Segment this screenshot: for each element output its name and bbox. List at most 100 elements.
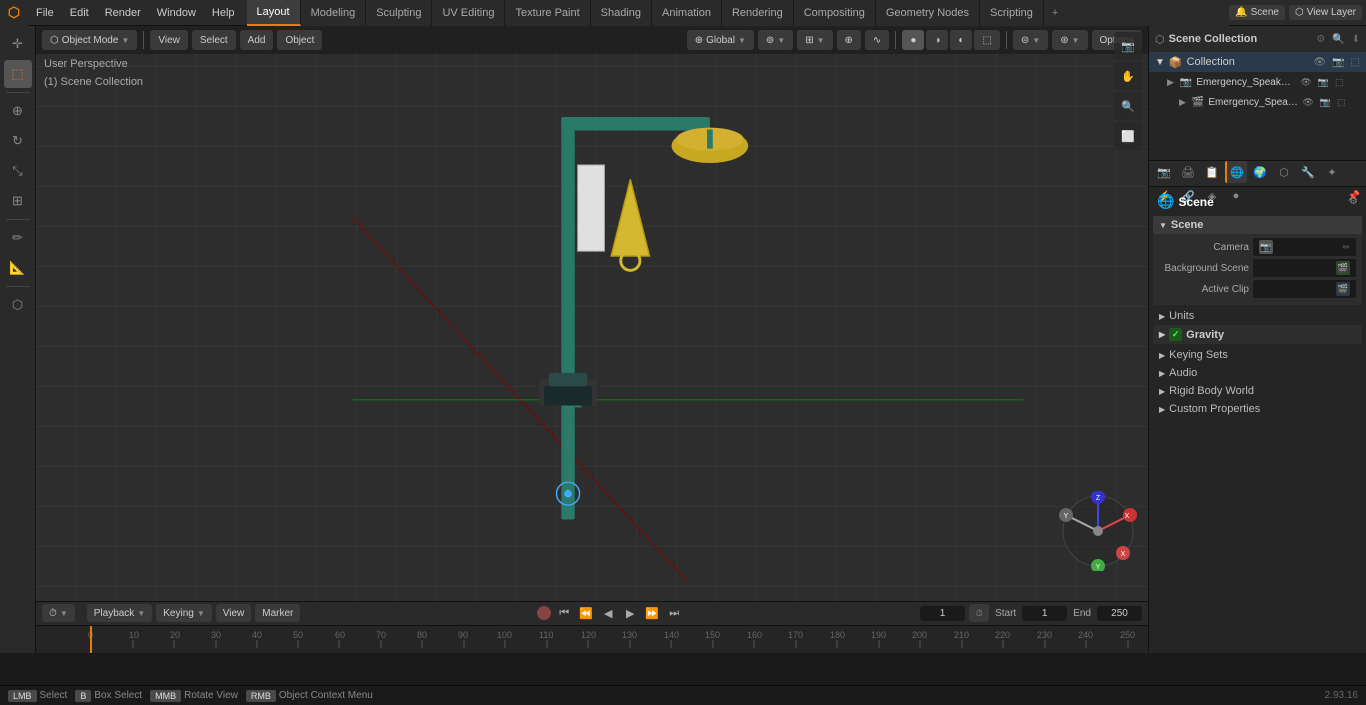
viewport-3d[interactable]: ⬡ Object Mode ▼ View Select Add Object ⊕… (36, 26, 1148, 601)
collection-visibility[interactable]: 👁 (1313, 57, 1326, 68)
audio-collapse-row[interactable]: ▶ Audio (1153, 364, 1362, 382)
outliner-item-0[interactable]: ▶ 📷 Emergency_Speakman_Show 👁 📷 ⬚ (1161, 72, 1366, 92)
tool-annotate[interactable]: ✏ (4, 224, 32, 252)
play-button[interactable]: ▶ (621, 604, 639, 622)
custom-props-collapse-row[interactable]: ▶ Custom Properties (1153, 400, 1362, 418)
item1-visibility[interactable]: 👁 (1302, 97, 1313, 108)
vp-icon-hand[interactable]: ✋ (1114, 62, 1142, 90)
fps-clock[interactable]: ⏱ (969, 604, 989, 622)
item1-restrict[interactable]: ⬚ (1337, 97, 1346, 108)
playback-menu[interactable]: Playback ▼ (87, 604, 153, 622)
viewport-object-menu[interactable]: Object (277, 30, 322, 50)
props-options-icon[interactable]: ⚙ (1349, 196, 1358, 207)
tool-select[interactable]: ⬚ (4, 60, 32, 88)
view-layer-selector[interactable]: ⬡ View Layer (1289, 5, 1362, 20)
collection-restrict[interactable]: ⬚ (1351, 57, 1360, 68)
tool-transform[interactable]: ⊞ (4, 187, 32, 215)
view-menu[interactable]: View (216, 604, 252, 622)
tab-compositing[interactable]: Compositing (794, 0, 876, 26)
tab-shading[interactable]: Shading (591, 0, 652, 26)
camera-value-field[interactable]: 📷 ✏ (1253, 238, 1356, 256)
tab-layout[interactable]: Layout (247, 0, 301, 26)
outliner-sort-icon[interactable]: ⬇ (1352, 34, 1360, 45)
timeline-type-selector[interactable]: ⏱ ▼ (42, 604, 75, 622)
vp-icon-camera[interactable]: 📷 (1114, 32, 1142, 60)
props-tab-output[interactable]: 🖨 (1177, 161, 1199, 183)
viewport-view-menu[interactable]: View (150, 30, 188, 50)
viewport-shading-rendered[interactable]: ◐ (950, 30, 972, 50)
tool-move[interactable]: ⊕ (4, 97, 32, 125)
background-scene-field[interactable]: 🎬 (1253, 259, 1356, 277)
snapping[interactable]: ⊞ ▼ (797, 30, 832, 50)
tool-scale[interactable]: ⤡ (4, 157, 32, 185)
keying-sets-collapse-row[interactable]: ▶ Keying Sets (1153, 346, 1362, 364)
gravity-section-header[interactable]: ▶ ✓ Gravity (1153, 325, 1362, 344)
props-tab-modifier[interactable]: 🔧 (1297, 161, 1319, 183)
play-reverse-button[interactable]: ◀ (599, 604, 617, 622)
timeline-ruler[interactable]: 0 10 20 30 40 50 60 70 (36, 626, 1148, 653)
item0-visibility[interactable]: 👁 (1300, 77, 1311, 88)
menu-help[interactable]: Help (204, 0, 243, 26)
viewport-shading-wireframe[interactable]: ⬚ (974, 30, 999, 50)
item0-restrict[interactable]: ⬚ (1335, 77, 1344, 88)
tab-uv-editing[interactable]: UV Editing (432, 0, 505, 26)
end-frame-input[interactable] (1097, 606, 1142, 621)
transform-orientation[interactable]: ⊕ Global ▼ (687, 30, 754, 50)
props-tab-object[interactable]: ⬡ (1273, 161, 1295, 183)
camera-edit-icon[interactable]: ✏ (1342, 242, 1350, 253)
jump-end-button[interactable]: ⏭ (665, 604, 683, 622)
props-tab-render[interactable]: 📷 (1153, 161, 1175, 183)
keying-menu[interactable]: Keying ▼ (156, 604, 212, 622)
item1-render[interactable]: 📷 (1320, 97, 1331, 108)
tool-add-cube[interactable]: ⬡ (4, 291, 32, 319)
tab-modeling[interactable]: Modeling (301, 0, 367, 26)
active-clip-field[interactable]: 🎬 (1253, 280, 1356, 298)
tab-geometry-nodes[interactable]: Geometry Nodes (876, 0, 980, 26)
item0-render[interactable]: 📷 (1318, 77, 1329, 88)
next-keyframe-button[interactable]: ⏩ (643, 604, 661, 622)
graph-editor-toggle[interactable]: ∿ (865, 30, 889, 50)
tool-cursor[interactable]: ✛ (4, 30, 32, 58)
props-tab-world[interactable]: 🌍 (1249, 161, 1271, 183)
start-frame-input[interactable] (1022, 606, 1067, 621)
collection-render[interactable]: 📷 (1332, 57, 1344, 68)
object-mode-selector[interactable]: ⬡ Object Mode ▼ (42, 30, 137, 50)
tool-measure[interactable]: 📐 (4, 254, 32, 282)
proportional-editing[interactable]: ⊕ (837, 30, 861, 50)
outliner-search-icon[interactable]: 🔍 (1332, 34, 1344, 45)
current-frame-input[interactable] (920, 606, 965, 621)
viewport-overlays-toggle[interactable]: ⊜ ▼ (1013, 30, 1048, 50)
viewport-gizmo-toggle[interactable]: ⊛ ▼ (1052, 30, 1087, 50)
add-workspace-tab[interactable]: + (1044, 5, 1066, 21)
tab-scripting[interactable]: Scripting (980, 0, 1044, 26)
tab-rendering[interactable]: Rendering (722, 0, 794, 26)
props-tab-particles[interactable]: ✦ (1321, 161, 1343, 183)
tab-texture-paint[interactable]: Texture Paint (505, 0, 590, 26)
menu-render[interactable]: Render (97, 0, 149, 26)
viewport-shading-material[interactable]: ◑ (926, 30, 948, 50)
viewport-select-menu[interactable]: Select (192, 30, 236, 50)
tab-animation[interactable]: Animation (652, 0, 722, 26)
units-collapse-row[interactable]: ▶ Units (1153, 307, 1362, 325)
prev-keyframe-button[interactable]: ⏪ (577, 604, 595, 622)
menu-edit[interactable]: Edit (62, 0, 97, 26)
navigation-gizmo[interactable]: X Y Z X Y (1058, 491, 1138, 571)
pivot-point[interactable]: ⊚ ▼ (758, 30, 793, 50)
menu-window[interactable]: Window (149, 0, 204, 26)
jump-start-button[interactable]: ⏮ (555, 604, 573, 622)
record-button[interactable] (537, 606, 551, 620)
props-tab-view-layer[interactable]: 📋 (1201, 161, 1223, 183)
outliner-filter-icon[interactable]: ⚙ (1316, 34, 1325, 45)
rigid-body-collapse-row[interactable]: ▶ Rigid Body World (1153, 382, 1362, 400)
outliner-item-1[interactable]: ▶ 🎬 Emergency_Speakman_S 👁 📷 ⬚ (1173, 92, 1366, 112)
tool-rotate[interactable]: ↻ (4, 127, 32, 155)
vp-icon-zoom[interactable]: 🔍 (1114, 92, 1142, 120)
outliner-item-collection[interactable]: ▼ 📦 Collection 👁 📷 ⬚ (1149, 52, 1366, 72)
gravity-checkbox[interactable]: ✓ (1169, 328, 1182, 341)
viewport-shading-solid[interactable]: ● (902, 30, 924, 50)
tab-sculpting[interactable]: Sculpting (366, 0, 432, 26)
scene-selector[interactable]: 🔔 Scene (1229, 5, 1285, 20)
viewport-add-menu[interactable]: Add (240, 30, 274, 50)
marker-menu[interactable]: Marker (255, 604, 300, 622)
scene-section-header[interactable]: ▼ Scene (1153, 216, 1362, 234)
